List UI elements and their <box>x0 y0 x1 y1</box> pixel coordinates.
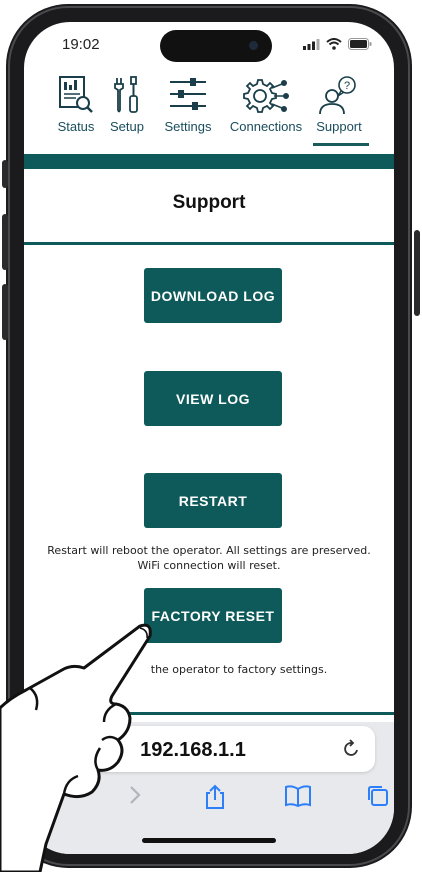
camera-icon <box>249 41 258 50</box>
nav-settings-label: Settings <box>164 119 212 134</box>
url-text: 192.168.1.1 <box>140 739 246 761</box>
status-icons <box>303 38 372 50</box>
nav-connections[interactable]: Connections <box>228 74 304 134</box>
status-time: 19:02 <box>62 36 100 53</box>
restart-note: Restart will reboot the operator. All se… <box>24 543 394 573</box>
connections-gear-icon <box>243 79 289 113</box>
nav-connections-label: Connections <box>229 119 303 134</box>
sliders-icon <box>170 78 206 110</box>
svg-text:?: ? <box>344 80 350 92</box>
power-button <box>414 230 420 316</box>
nav-setup[interactable]: Setup <box>110 74 144 134</box>
title-divider <box>24 242 394 245</box>
dynamic-island <box>160 30 272 62</box>
restart-note-line-2: WiFi connection will reset. <box>137 559 281 572</box>
url-field[interactable]: 192.168.1.1 <box>48 726 375 772</box>
support-person-icon: ? <box>319 76 356 115</box>
bookmarks-icon[interactable] <box>284 784 312 808</box>
header-band <box>24 154 394 169</box>
tools-icon <box>114 76 138 113</box>
page-title: Support <box>172 192 246 213</box>
nav-settings[interactable]: Settings <box>164 74 212 134</box>
download-log-button[interactable]: DOWNLOAD LOG <box>144 268 282 323</box>
forward-icon[interactable] <box>126 784 144 806</box>
signal-icon <box>303 38 320 50</box>
back-icon[interactable] <box>38 784 56 806</box>
tabs-icon[interactable] <box>366 784 390 808</box>
nav-support[interactable]: ? Support <box>314 74 364 134</box>
mute-switch <box>2 160 8 188</box>
phone-screen: 19:02 Status Setup Settings Connections … <box>24 22 394 854</box>
share-icon[interactable] <box>204 784 226 810</box>
battery-icon <box>348 38 372 50</box>
restart-note-line-1: Restart will reboot the operator. All se… <box>47 544 371 557</box>
nav-status-label: Status <box>57 119 95 134</box>
home-indicator <box>142 838 276 843</box>
bottom-divider <box>24 712 394 715</box>
nav-support-label: Support <box>316 119 362 134</box>
factory-reset-button[interactable]: FACTORY RESET <box>144 588 282 643</box>
top-nav: Status Setup Settings Connections ? Supp… <box>24 74 394 154</box>
restart-button[interactable]: RESTART <box>144 473 282 528</box>
active-tab-indicator <box>313 143 369 146</box>
reload-icon[interactable] <box>343 738 361 758</box>
view-log-button[interactable]: VIEW LOG <box>144 371 282 426</box>
status-report-icon <box>59 76 93 113</box>
nav-status[interactable]: Status <box>56 74 96 134</box>
volume-down-button <box>2 284 8 340</box>
wifi-icon <box>326 38 342 50</box>
factory-reset-note: the operator to factory settings. <box>150 663 328 676</box>
volume-up-button <box>2 214 8 270</box>
nav-setup-label: Setup <box>110 119 144 134</box>
